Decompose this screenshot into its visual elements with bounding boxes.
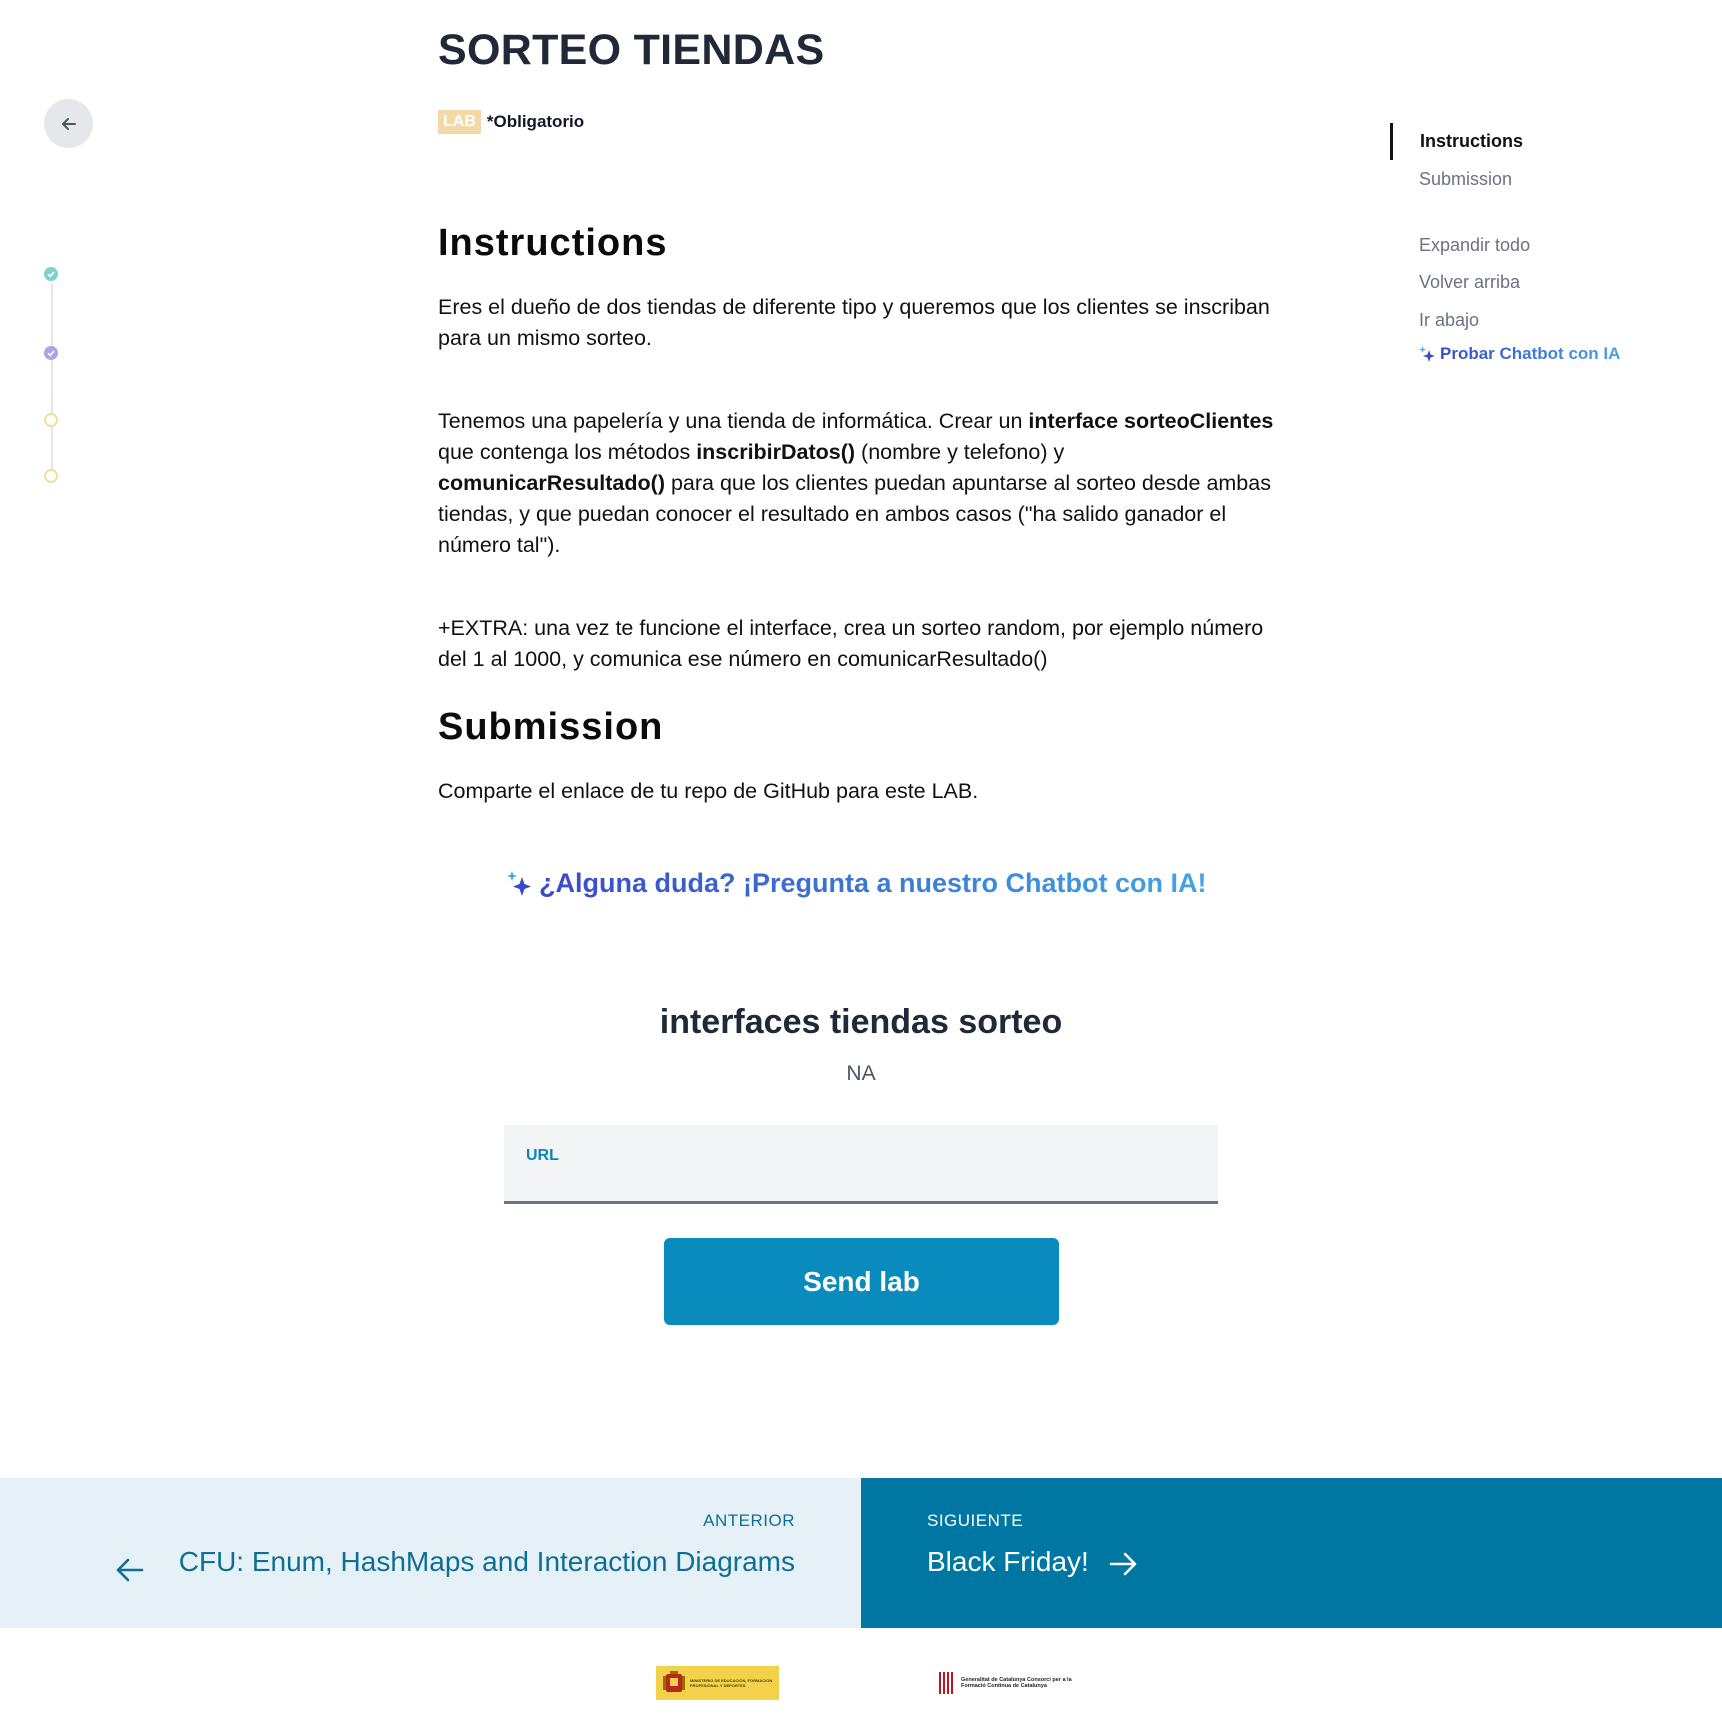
- step-done-icon: [44, 346, 58, 360]
- catalonia-logo: Generalitat de Catalunya Consorci per a …: [938, 1672, 1081, 1694]
- back-to-top-link[interactable]: Volver arriba: [1419, 272, 1520, 293]
- next-lesson-title: Black Friday!: [927, 1546, 1089, 1577]
- previous-lesson-link[interactable]: ANTERIOR CFU: Enum, HashMaps and Interac…: [0, 1478, 861, 1628]
- sparkle-icon: [507, 870, 531, 896]
- next-lesson-link[interactable]: SIGUIENTE Black Friday!: [861, 1478, 1722, 1628]
- send-lab-button[interactable]: Send lab: [664, 1238, 1059, 1325]
- instructions-paragraph-1: Eres el dueño de dos tiendas de diferent…: [438, 295, 1270, 350]
- required-label: *Obligatorio: [486, 112, 585, 131]
- badge-row: LAB *Obligatorio: [438, 110, 584, 134]
- step-done-icon: [44, 267, 58, 281]
- go-bottom-link[interactable]: Ir abajo: [1419, 310, 1479, 331]
- toc-chatbot-label: Probar Chatbot con IA: [1440, 344, 1621, 363]
- catalonia-flag-icon: [938, 1672, 956, 1694]
- toc-item-instructions[interactable]: Instructions: [1420, 131, 1523, 152]
- toc-item-submission[interactable]: Submission: [1419, 169, 1512, 190]
- spain-coat-of-arms-icon: [663, 1671, 685, 1692]
- page-title: SORTEO TIENDAS: [438, 26, 825, 74]
- step-pending-icon: [44, 413, 58, 427]
- back-button[interactable]: [44, 99, 93, 148]
- method-inscribir: inscribirDatos(): [696, 440, 856, 464]
- toc-chatbot-link[interactable]: Probar Chatbot con IA: [1418, 344, 1620, 364]
- step-pending-icon: [44, 469, 58, 483]
- spain-ministry-logo: MINISTERIO DE EDUCACIÓN, FORMACIÓN PROFE…: [656, 1666, 779, 1700]
- progress-rail: [51, 283, 53, 473]
- next-lesson-row: Black Friday!: [927, 1546, 1139, 1578]
- method-comunicar: comunicarResultado(): [438, 471, 665, 495]
- submission-heading: Submission: [438, 706, 664, 748]
- previous-lesson-title: CFU: Enum, HashMaps and Interaction Diag…: [178, 1546, 795, 1577]
- instructions-paragraph-3: +EXTRA: una vez te funcione el interface…: [438, 616, 1264, 671]
- arrow-left-icon: [61, 117, 76, 130]
- arrow-left-icon: [116, 1558, 144, 1582]
- arrow-right-icon: [1109, 1552, 1137, 1576]
- lab-card-subtitle: NA: [846, 1062, 876, 1085]
- previous-kicker: ANTERIOR: [703, 1511, 795, 1530]
- lab-card-title: interfaces tiendas sorteo: [659, 1003, 1063, 1041]
- chatbot-cta-link[interactable]: ¿Alguna duda? ¡Pregunta a nuestro Chatbo…: [505, 868, 1207, 899]
- interface-name: interface sorteoClientes: [1028, 409, 1274, 433]
- expand-all-link[interactable]: Expandir todo: [1419, 235, 1530, 256]
- next-kicker: SIGUIENTE: [927, 1511, 1024, 1530]
- sparkle-icon: [1419, 346, 1435, 362]
- url-field[interactable]: URL: [504, 1125, 1218, 1204]
- instructions-heading: Instructions: [438, 222, 668, 264]
- submission-text: Comparte el enlace de tu repo de GitHub …: [438, 779, 979, 803]
- lab-badge: LAB: [438, 110, 481, 134]
- url-input[interactable]: [524, 1169, 1198, 1197]
- instructions-paragraph-2: Tenemos una papelería y una tienda de in…: [438, 409, 1274, 557]
- url-label: URL: [526, 1147, 559, 1164]
- chatbot-cta-text: ¿Alguna duda? ¡Pregunta a nuestro Chatbo…: [539, 868, 1207, 898]
- toc-active-indicator: [1390, 123, 1393, 160]
